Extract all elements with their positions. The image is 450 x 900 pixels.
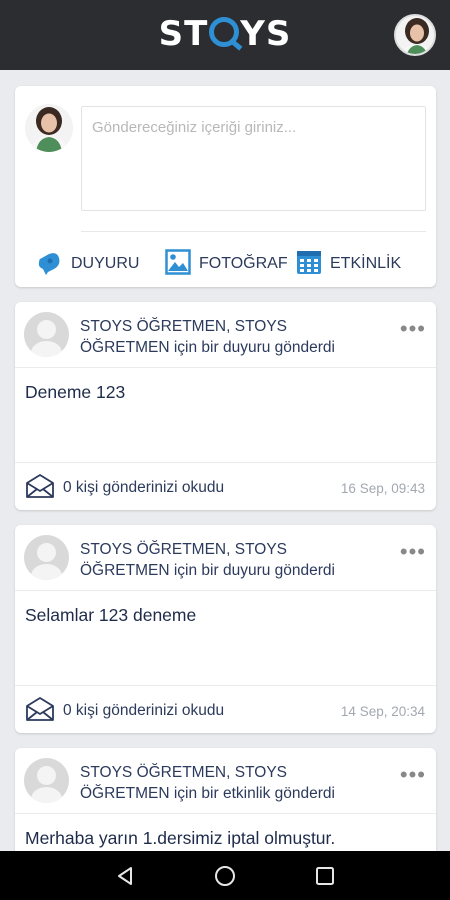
read-receipts[interactable]: 0 kişi gönderinizi okudu bbox=[25, 472, 224, 504]
top-bar: ST YS bbox=[0, 0, 450, 70]
stoys-logo: ST YS bbox=[158, 14, 292, 54]
composer-avatar bbox=[25, 104, 73, 152]
author-avatar bbox=[24, 758, 69, 803]
read-receipts[interactable]: 0 kişi gönderinizi okudu bbox=[25, 695, 224, 727]
divider bbox=[15, 462, 436, 463]
divider bbox=[15, 813, 436, 814]
more-options-icon[interactable]: ••• bbox=[400, 541, 426, 563]
post-author: STOYS ÖĞRETMEN, STOYS ÖĞRETMEN için bir … bbox=[80, 541, 335, 579]
photo-button[interactable]: FOTOĞRAF bbox=[165, 248, 288, 280]
post-content: Deneme 123 bbox=[25, 382, 126, 402]
post-content: Selamlar 123 deneme bbox=[25, 605, 197, 625]
post-card[interactable]: STOYS ÖĞRETMEN, STOYS ÖĞRETMEN için bir … bbox=[15, 525, 436, 733]
announcement-button[interactable]: DUYURU bbox=[35, 248, 139, 280]
divider bbox=[15, 590, 436, 591]
post-author: STOYS ÖĞRETMEN, STOYS ÖĞRETMEN için bir … bbox=[80, 318, 335, 356]
event-button[interactable]: ETKİNLİK bbox=[296, 248, 401, 280]
calendar-icon bbox=[296, 249, 322, 280]
post-content: Merhaba yarın 1.dersimiz iptal olmuştur. bbox=[25, 828, 336, 848]
post-author: STOYS ÖĞRETMEN, STOYS ÖĞRETMEN için bir … bbox=[80, 764, 335, 802]
logo-o-icon bbox=[209, 17, 240, 47]
divider bbox=[15, 367, 436, 368]
composer-card: DUYURU FOTOĞRAF ETKİNLİK bbox=[15, 86, 436, 287]
post-content-input[interactable] bbox=[81, 106, 426, 211]
more-options-icon[interactable]: ••• bbox=[400, 764, 426, 786]
author-avatar bbox=[24, 312, 69, 357]
image-icon bbox=[165, 248, 191, 280]
profile-avatar[interactable] bbox=[394, 14, 436, 56]
back-icon[interactable] bbox=[110, 861, 140, 891]
divider bbox=[15, 685, 436, 686]
system-navigation-bar bbox=[0, 851, 450, 900]
composer-divider bbox=[81, 231, 426, 232]
post-timestamp: 16 Sep, 09:43 bbox=[340, 481, 425, 496]
megaphone-icon bbox=[35, 248, 63, 281]
home-icon[interactable] bbox=[210, 861, 240, 891]
author-avatar bbox=[24, 535, 69, 580]
envelope-icon bbox=[25, 473, 55, 503]
envelope-icon bbox=[25, 696, 55, 726]
post-card[interactable]: STOYS ÖĞRETMEN, STOYS ÖĞRETMEN için bir … bbox=[15, 302, 436, 510]
more-options-icon[interactable]: ••• bbox=[400, 318, 426, 340]
recents-icon[interactable] bbox=[310, 861, 340, 891]
post-timestamp: 14 Sep, 20:34 bbox=[340, 704, 425, 719]
